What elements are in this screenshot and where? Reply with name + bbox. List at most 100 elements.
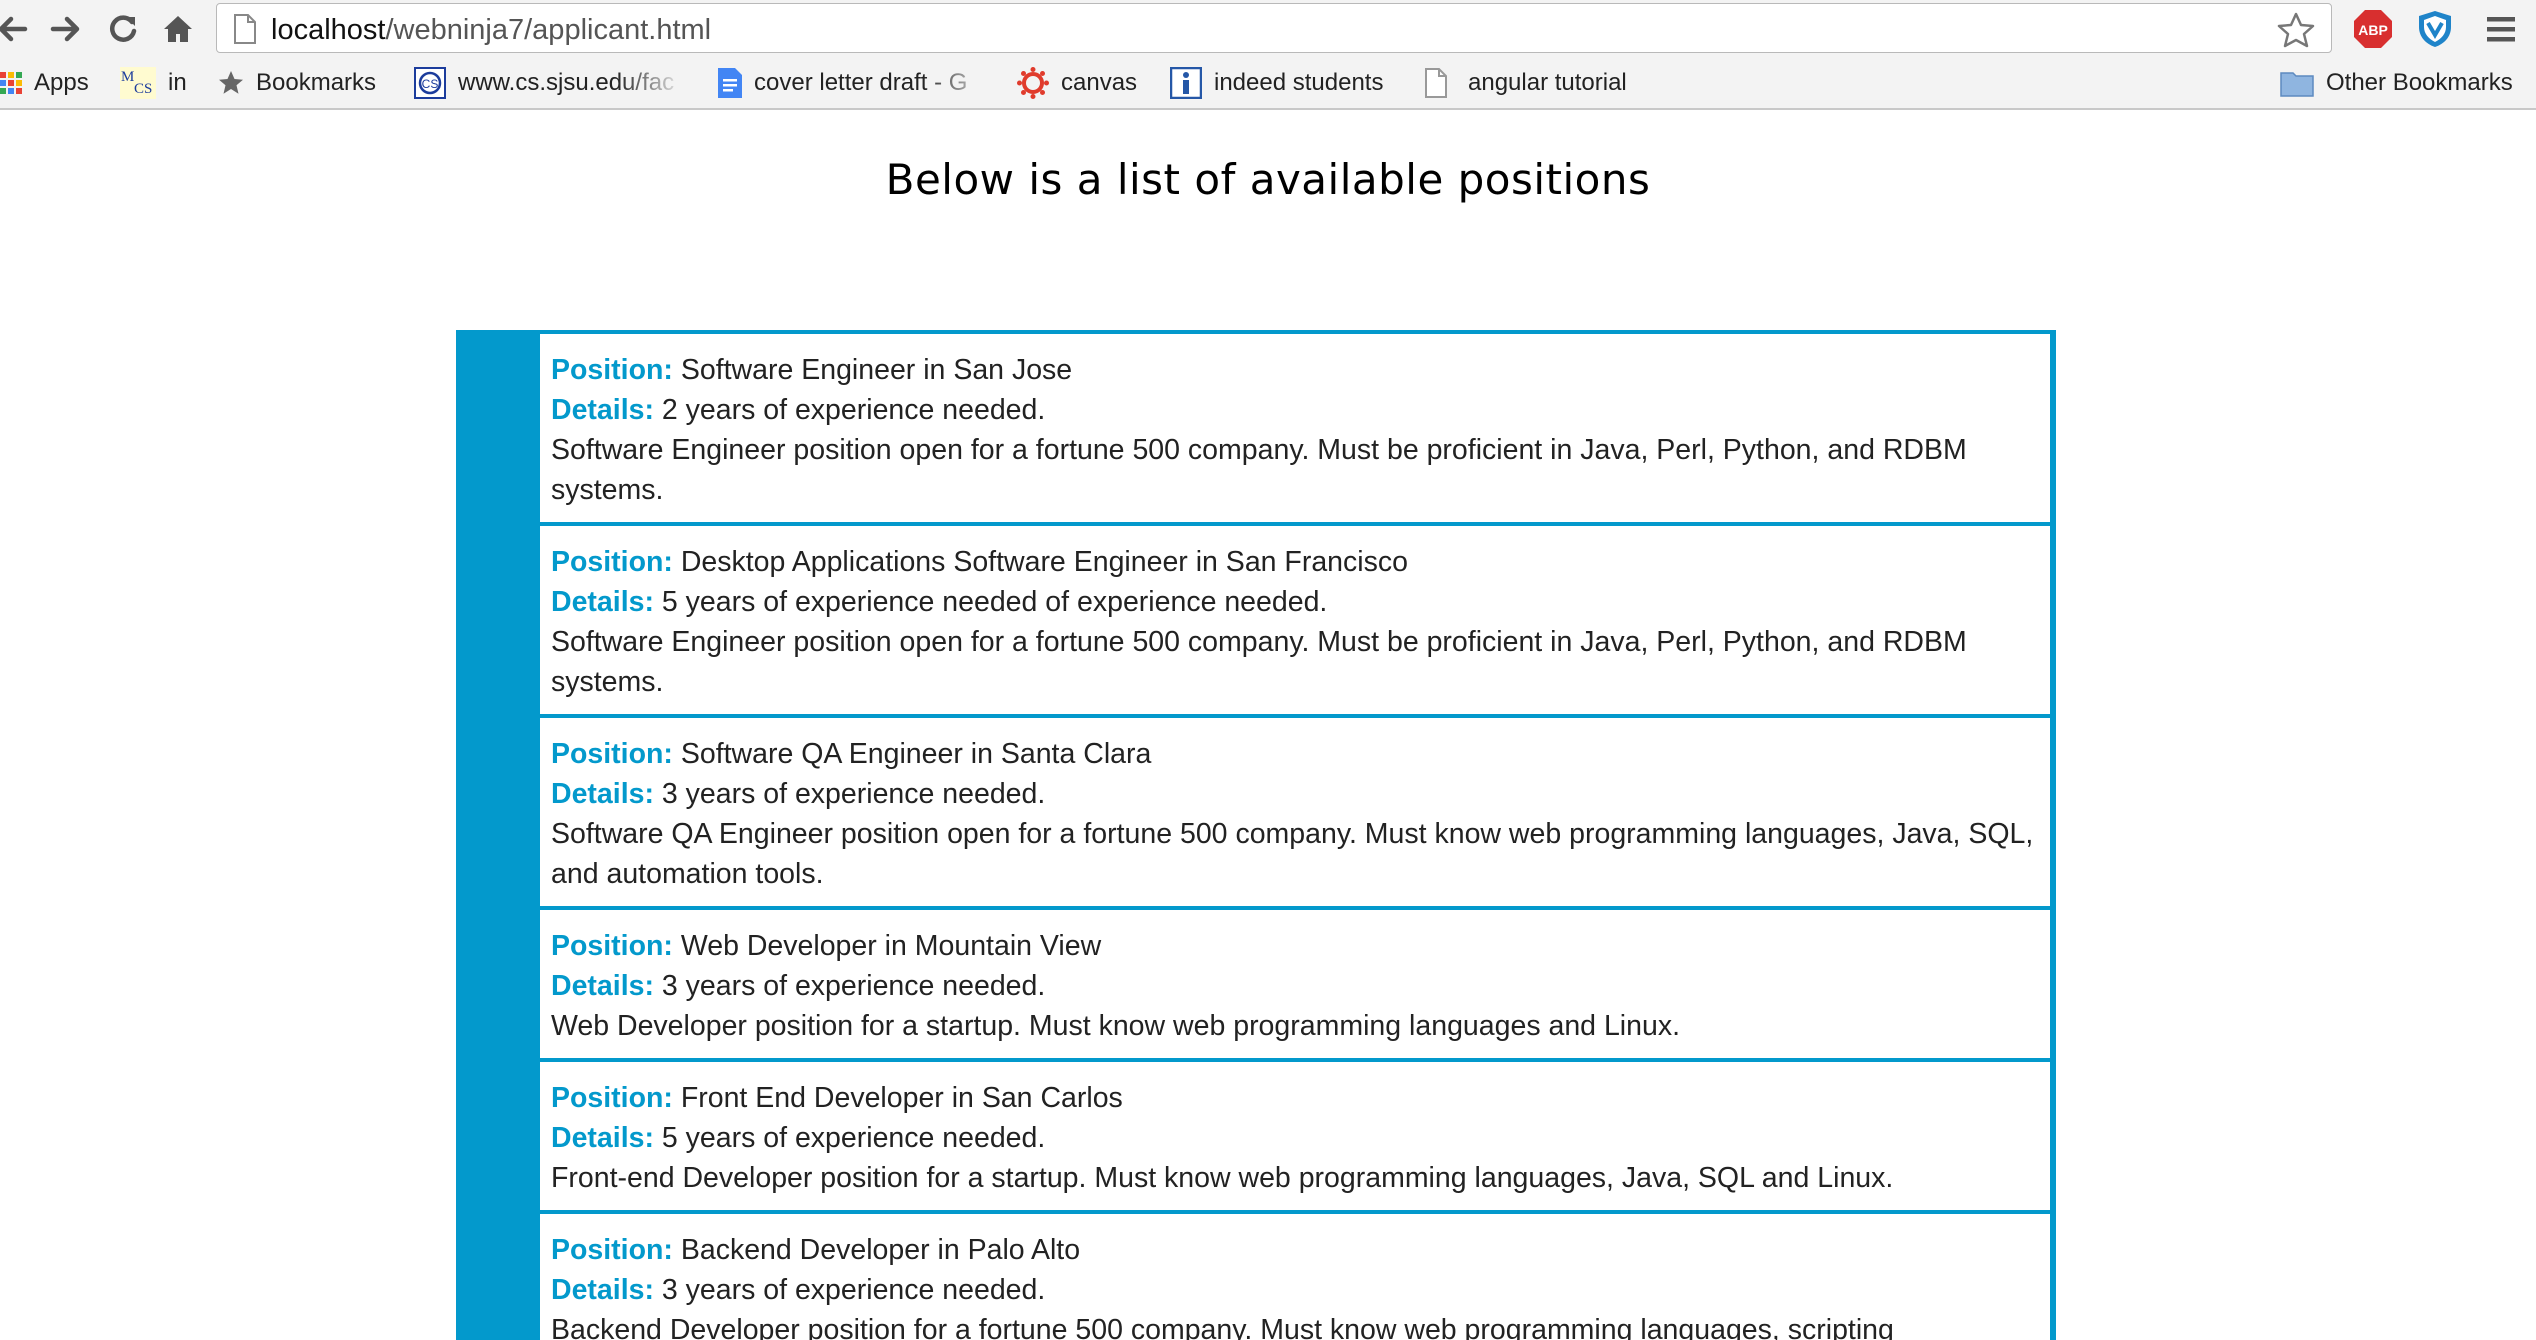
position-label: Position: — [551, 1082, 673, 1114]
url-text: localhost/webninja7/applicant.html — [271, 14, 711, 47]
google-doc-icon — [718, 68, 742, 98]
bookmark-label: angular tutorial — [1468, 69, 1627, 96]
position-experience: 2 years of experience needed. — [661, 394, 1046, 426]
details-line: Details: 3 years of experience needed. — [551, 774, 2038, 814]
position-line: Position: Software Engineer in San Jose — [551, 350, 2038, 390]
position-experience: 5 years of experience needed. — [661, 1122, 1046, 1154]
info-icon — [1170, 67, 1202, 99]
details-label: Details: — [551, 586, 654, 618]
adblock-icon: ABP — [2354, 10, 2392, 48]
bookmarks-bar: Apps M CS in Bookmarks CS www.cs.sjsu.edu… — [0, 58, 2536, 110]
bookmark-cover-letter[interactable]: cover letter draft - G — [718, 66, 994, 100]
position-title: Web Developer in Mountain View — [680, 930, 1102, 962]
bookmark-indeed[interactable]: indeed students — [1170, 66, 1383, 100]
page-icon — [234, 14, 256, 44]
position-line: Position: Desktop Applications Software … — [551, 542, 2038, 582]
back-arrow-icon — [0, 16, 28, 42]
position-line: Position: Software QA Engineer in Santa … — [551, 734, 2038, 774]
position-label: Position: — [551, 738, 673, 770]
mcs-icon: M CS — [120, 67, 156, 99]
position-description: Web Developer position for a startup. Mu… — [551, 1010, 1681, 1042]
details-line: Details: 3 years of experience needed. — [551, 1270, 2038, 1310]
details-label: Details: — [551, 778, 654, 810]
position-label: Position: — [551, 354, 673, 386]
details-line: Details: 2 years of experience needed. — [551, 390, 2038, 430]
forward-arrow-icon — [50, 16, 80, 42]
position-line: Position: Front End Developer in San Car… — [551, 1078, 2038, 1118]
position-label: Position: — [551, 1234, 673, 1266]
bookmark-label: in — [168, 69, 187, 96]
bookmark-canvas[interactable]: canvas — [1017, 66, 1137, 100]
bookmark-star-icon[interactable] — [2277, 12, 2315, 48]
position-title: Front End Developer in San Carlos — [680, 1082, 1123, 1114]
bookmark-in[interactable]: M CS in — [120, 66, 187, 100]
back-button[interactable] — [0, 9, 32, 49]
details-label: Details: — [551, 970, 654, 1002]
details-label: Details: — [551, 1122, 654, 1154]
position-description: Backend Developer position for a fortune… — [551, 1314, 1894, 1340]
page-title: Below is a list of available positions — [885, 155, 1651, 204]
positions-list: Position: Software Engineer in San Jose … — [540, 334, 2050, 1340]
hamburger-menu-icon — [2487, 17, 2515, 42]
bookmark-apps[interactable]: Apps — [0, 66, 89, 100]
bookmark-label: Apps — [34, 69, 89, 96]
position-title: Backend Developer in Palo Alto — [680, 1234, 1081, 1266]
bookmark-label: Bookmarks — [256, 69, 377, 96]
sjsu-icon: CS — [414, 67, 446, 99]
forward-button[interactable] — [46, 9, 86, 49]
details-label: Details: — [551, 1274, 654, 1306]
position-title: Software QA Engineer in Santa Clara — [680, 738, 1152, 770]
bookmark-angular[interactable]: angular tutorial — [1424, 66, 1627, 100]
apps-grid-icon — [0, 72, 22, 94]
home-button[interactable] — [158, 9, 198, 49]
chrome-menu-button[interactable] — [2480, 8, 2522, 50]
position-line: Position: Backend Developer in Palo Alto — [551, 1230, 2038, 1270]
home-icon — [164, 16, 192, 42]
position-description: Software Engineer position open for a fo… — [551, 626, 1967, 698]
position-line: Position: Web Developer in Mountain View — [551, 926, 2038, 966]
star-icon — [218, 70, 244, 96]
svg-text:M: M — [121, 69, 134, 85]
other-bookmarks[interactable]: Other Bookmarks — [2280, 66, 2513, 100]
details-label: Details: — [551, 394, 654, 426]
shield-icon — [2419, 11, 2451, 47]
position-item: Position: Web Developer in Mountain View… — [540, 910, 2050, 1058]
position-experience: 3 years of experience needed. — [661, 1274, 1046, 1306]
browser-toolbar: localhost/webninja7/applicant.html ABP — [0, 0, 2536, 58]
other-bookmarks-label: Other Bookmarks — [2326, 69, 2513, 96]
address-bar[interactable]: localhost/webninja7/applicant.html — [216, 3, 2332, 53]
page-icon — [1424, 68, 1448, 98]
positions-panel: Position: Software Engineer in San Jose … — [456, 330, 2056, 1340]
position-description: Software QA Engineer position open for a… — [551, 818, 2034, 890]
bookmark-label: indeed students — [1214, 69, 1384, 96]
reload-icon — [110, 15, 137, 42]
adblock-label: ABP — [2358, 22, 2388, 38]
shield-extension-button[interactable] — [2414, 8, 2456, 50]
reload-button[interactable] — [103, 9, 143, 49]
position-item: Position: Desktop Applications Software … — [540, 526, 2050, 714]
canvas-icon — [1017, 67, 1049, 99]
position-item: Position: Front End Developer in San Car… — [540, 1062, 2050, 1210]
bookmark-label: canvas — [1061, 69, 1138, 96]
details-line: Details: 5 years of experience needed of… — [551, 582, 2038, 622]
position-title: Software Engineer in San Jose — [680, 354, 1073, 386]
position-experience: 3 years of experience needed. — [661, 970, 1046, 1002]
position-experience: 5 years of experience needed of experien… — [661, 586, 1328, 618]
details-line: Details: 5 years of experience needed. — [551, 1118, 2038, 1158]
position-experience: 3 years of experience needed. — [661, 778, 1046, 810]
position-title: Desktop Applications Software Engineer i… — [680, 546, 1408, 578]
url-path: /webninja7/applicant.html — [385, 14, 712, 46]
folder-icon — [2280, 69, 2314, 97]
bookmark-sjsu[interactable]: CS www.cs.sjsu.edu/fac — [414, 66, 684, 100]
position-item: Position: Backend Developer in Palo Alto… — [540, 1214, 2050, 1340]
adblock-button[interactable]: ABP — [2352, 8, 2394, 50]
svg-text:CS: CS — [422, 77, 439, 91]
position-item: Position: Software QA Engineer in Santa … — [540, 718, 2050, 906]
position-description: Front-end Developer position for a start… — [551, 1162, 1894, 1194]
position-description: Software Engineer position open for a fo… — [551, 434, 1967, 506]
position-item: Position: Software Engineer in San Jose … — [540, 334, 2050, 522]
position-label: Position: — [551, 930, 673, 962]
bookmark-label: cover letter draft - G — [754, 69, 968, 96]
bookmark-bookmarks-folder[interactable]: Bookmarks — [218, 66, 376, 100]
svg-text:CS: CS — [134, 81, 152, 97]
